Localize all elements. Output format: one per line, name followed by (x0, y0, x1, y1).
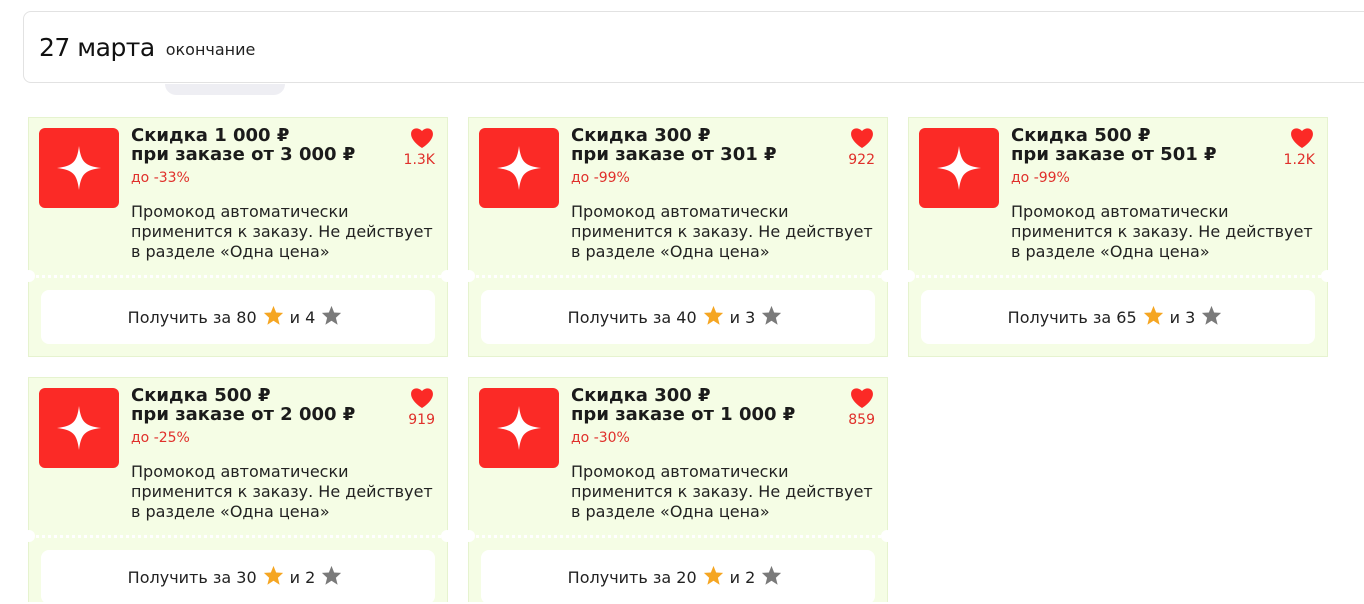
brand-logo (39, 128, 119, 208)
dotted-divider (29, 275, 447, 278)
dotted-divider (29, 535, 447, 538)
discount-percent: до -33% (131, 170, 190, 186)
promo-amount: Скидка 500 ₽ (1011, 125, 1151, 146)
ticket-notch (463, 530, 475, 542)
button-gray-count: и 4 (289, 307, 316, 327)
sparkle-icon (937, 146, 981, 190)
get-promo-button[interactable]: Получить за 20 и 2 (481, 550, 875, 604)
button-price: Получить за 20 (567, 567, 697, 587)
promo-card: Скидка 500 ₽ при заказе от 501 ₽ до -99%… (903, 117, 1333, 357)
ticket-notch (23, 530, 35, 542)
heart-icon[interactable] (410, 127, 434, 149)
promo-title: Скидка 300 ₽ при заказе от 301 ₽ (571, 126, 777, 164)
button-gray-count: и 2 (289, 567, 316, 587)
likes-count: 922 (848, 152, 875, 168)
promo-description: Промокод автоматически применится к зака… (131, 202, 433, 261)
gray-star-icon (762, 565, 782, 585)
likes-count: 919 (408, 412, 435, 428)
gold-star-icon (263, 305, 283, 325)
promo-condition: при заказе от 1 000 ₽ (571, 404, 796, 425)
ticket-notch (1321, 270, 1333, 282)
ticket-notch (881, 530, 893, 542)
get-promo-button[interactable]: Получить за 65 и 3 (921, 290, 1315, 344)
gray-star-icon (762, 305, 782, 325)
ticket-notch (881, 270, 893, 282)
promo-amount: Скидка 1 000 ₽ (131, 125, 290, 146)
promo-amount: Скидка 300 ₽ (571, 385, 711, 406)
ticket-notch (903, 270, 915, 282)
brand-logo (919, 128, 999, 208)
promo-card: Скидка 500 ₽ при заказе от 2 000 ₽ до -2… (23, 377, 453, 604)
heart-icon[interactable] (850, 127, 874, 149)
promo-condition: при заказе от 2 000 ₽ (131, 404, 356, 425)
sparkle-icon (57, 146, 101, 190)
ticket-notch (441, 270, 453, 282)
promo-description: Промокод автоматически применится к зака… (571, 202, 873, 261)
heart-icon[interactable] (1290, 127, 1314, 149)
promo-card: Скидка 1 000 ₽ при заказе от 3 000 ₽ до … (23, 117, 453, 357)
gold-star-icon (703, 565, 723, 585)
heart-icon[interactable] (850, 387, 874, 409)
discount-percent: до -99% (571, 170, 630, 186)
promo-title: Скидка 500 ₽ при заказе от 2 000 ₽ (131, 386, 355, 424)
button-price: Получить за 80 (127, 307, 257, 327)
promo-title: Скидка 1 000 ₽ при заказе от 3 000 ₽ (131, 126, 355, 164)
promo-description: Промокод автоматически применится к зака… (131, 462, 433, 521)
button-gray-count: и 2 (729, 567, 756, 587)
button-price: Получить за 65 (1007, 307, 1137, 327)
likes-count: 1.2K (1283, 152, 1315, 168)
brand-logo (479, 388, 559, 468)
promo-condition: при заказе от 501 ₽ (1011, 144, 1217, 165)
sparkle-icon (497, 406, 541, 450)
discount-percent: до -25% (131, 430, 190, 446)
likes-count: 859 (848, 412, 875, 428)
sparkle-icon (497, 146, 541, 190)
get-promo-button[interactable]: Получить за 80 и 4 (41, 290, 435, 344)
dotted-divider (469, 535, 887, 538)
get-promo-button[interactable]: Получить за 40 и 3 (481, 290, 875, 344)
promo-condition: при заказе от 301 ₽ (571, 144, 777, 165)
promo-amount: Скидка 500 ₽ (131, 385, 271, 406)
likes-count: 1.3K (403, 152, 435, 168)
gray-star-icon (322, 305, 342, 325)
promo-condition: при заказе от 3 000 ₽ (131, 144, 356, 165)
button-price: Получить за 40 (567, 307, 697, 327)
button-gray-count: и 3 (1169, 307, 1196, 327)
discount-percent: до -99% (1011, 170, 1070, 186)
gold-star-icon (1143, 305, 1163, 325)
dotted-divider (909, 275, 1327, 278)
dotted-divider (469, 275, 887, 278)
promo-card: Скидка 300 ₽ при заказе от 301 ₽ до -99%… (463, 117, 893, 357)
promo-description: Промокод автоматически применится к зака… (571, 462, 873, 521)
ticket-notch (441, 530, 453, 542)
brand-logo (479, 128, 559, 208)
heart-icon[interactable] (410, 387, 434, 409)
gray-star-icon (1202, 305, 1222, 325)
date-header: 27 марта окончание (23, 11, 1364, 83)
brand-logo (39, 388, 119, 468)
promo-card: Скидка 300 ₽ при заказе от 1 000 ₽ до -3… (463, 377, 893, 604)
gold-star-icon (703, 305, 723, 325)
end-date: 27 марта (39, 32, 155, 62)
promo-amount: Скидка 300 ₽ (571, 125, 711, 146)
ticket-notch (23, 270, 35, 282)
discount-percent: до -30% (571, 430, 630, 446)
promo-title: Скидка 300 ₽ при заказе от 1 000 ₽ (571, 386, 795, 424)
end-label: окончание (165, 40, 256, 59)
sparkle-icon (57, 406, 101, 450)
gray-star-icon (322, 565, 342, 585)
button-price: Получить за 30 (127, 567, 257, 587)
button-gray-count: и 3 (729, 307, 756, 327)
ticket-notch (463, 270, 475, 282)
promo-title: Скидка 500 ₽ при заказе от 501 ₽ (1011, 126, 1217, 164)
gold-star-icon (263, 565, 283, 585)
promo-description: Промокод автоматически применится к зака… (1011, 202, 1313, 261)
get-promo-button[interactable]: Получить за 30 и 2 (41, 550, 435, 604)
tab-indicator (165, 84, 285, 95)
